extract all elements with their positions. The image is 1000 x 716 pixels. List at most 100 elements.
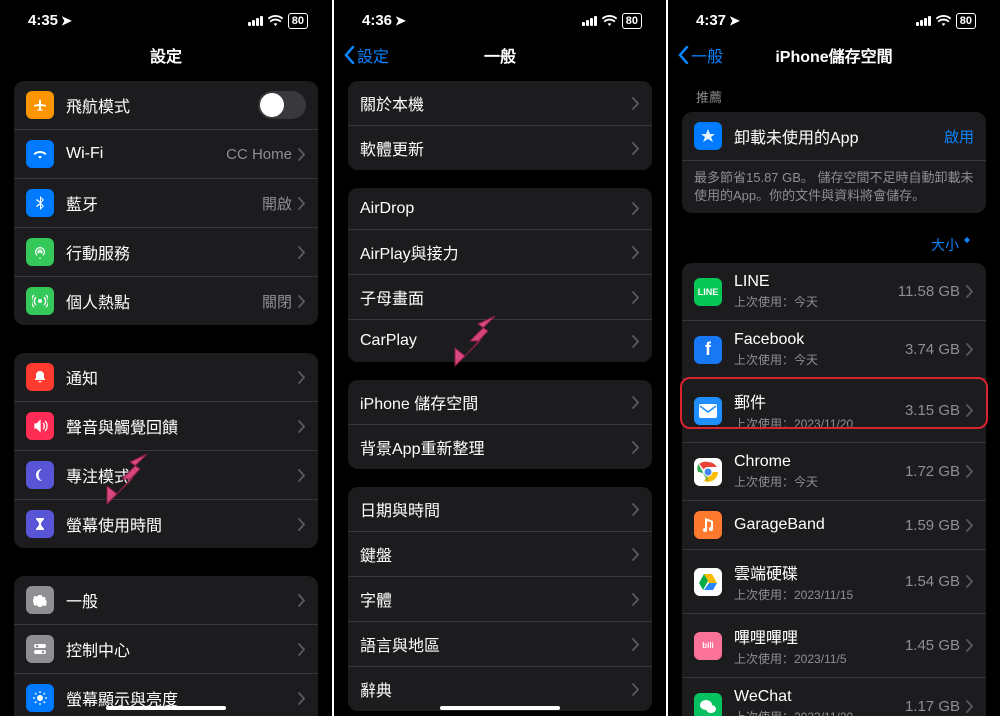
status-bar: 4:35 ➤ 80	[0, 0, 332, 33]
row-label: 子母畫面	[360, 285, 632, 309]
speaker-icon	[26, 412, 54, 440]
sort-chevron-icon	[962, 235, 972, 245]
row-label: 控制中心	[66, 637, 298, 661]
settings-row[interactable]: 聲音與觸覺回饋	[14, 402, 318, 451]
general-group-storage: iPhone 儲存空間背景App重新整理	[348, 380, 652, 469]
settings-row[interactable]: 子母畫面	[348, 275, 652, 320]
settings-row[interactable]: 鍵盤	[348, 532, 652, 577]
row-label: 螢幕使用時間	[66, 512, 298, 536]
settings-row[interactable]: 背景App重新整理	[348, 425, 652, 469]
app-size: 3.15 GB	[905, 402, 960, 419]
status-time: 4:36	[362, 12, 392, 29]
app-icon	[694, 568, 722, 596]
row-label: 關於本機	[360, 91, 632, 115]
row-label: AirPlay與接力	[360, 240, 632, 264]
app-row[interactable]: Chrome 上次使用：今天 1.72 GB	[682, 443, 986, 501]
app-name: 嗶哩嗶哩	[734, 624, 905, 648]
app-row[interactable]: 雲端硬碟上次使用：2023/11/15 1.54 GB	[682, 550, 986, 614]
app-name: Chrome	[734, 453, 905, 471]
app-row[interactable]: bili 嗶哩嗶哩上次使用：2023/11/5 1.45 GB	[682, 614, 986, 678]
app-last-used: 上次使用：2023/11/5	[734, 650, 905, 667]
app-size: 1.72 GB	[905, 463, 960, 480]
back-label: 一般	[691, 43, 723, 67]
signal-icon	[582, 16, 597, 26]
row-detail: 開啟	[262, 193, 292, 214]
row-label: 專注模式	[66, 463, 298, 487]
row-label: 一般	[66, 588, 298, 612]
sort-toggle[interactable]: 大小	[668, 231, 1000, 263]
app-row[interactable]: f Facebook上次使用：今天 3.74 GB	[682, 321, 986, 379]
settings-row[interactable]: 字體	[348, 577, 652, 622]
row-label: 辭典	[360, 677, 632, 701]
settings-row[interactable]: AirDrop	[348, 188, 652, 230]
settings-row[interactable]: 行動服務	[14, 228, 318, 277]
app-last-used: 上次使用：今天	[734, 473, 905, 490]
row-label: 個人熱點	[66, 289, 262, 313]
home-indicator	[106, 706, 226, 710]
settings-row[interactable]: CarPlay	[348, 320, 652, 362]
wifi-icon	[602, 15, 617, 26]
enable-button[interactable]: 啟用	[944, 126, 974, 147]
row-label: 語言與地區	[360, 632, 632, 656]
app-icon: f	[694, 336, 722, 364]
app-size: 1.45 GB	[905, 637, 960, 654]
settings-row[interactable]: 辭典	[348, 667, 652, 711]
app-name: 郵件	[734, 389, 905, 413]
location-icon: ➤	[395, 13, 406, 29]
recommend-row[interactable]: 卸載未使用的App 啟用	[682, 112, 986, 161]
settings-row[interactable]: 專注模式	[14, 451, 318, 500]
toggle-switch[interactable]	[258, 91, 306, 119]
app-name: GarageBand	[734, 516, 905, 534]
page-title: 設定	[150, 43, 182, 67]
app-icon	[694, 511, 722, 539]
row-label: 聲音與觸覺回饋	[66, 414, 298, 438]
settings-row[interactable]: 飛航模式	[14, 81, 318, 130]
app-row[interactable]: LINE LINE上次使用：今天 11.58 GB	[682, 263, 986, 321]
settings-row[interactable]: 日期與時間	[348, 487, 652, 532]
app-name: LINE	[734, 273, 898, 291]
row-detail: 關閉	[262, 291, 292, 312]
settings-row[interactable]: iPhone 儲存空間	[348, 380, 652, 425]
back-button[interactable]: 一般	[678, 43, 723, 67]
wifi-icon	[26, 140, 54, 168]
settings-row[interactable]: 通知	[14, 353, 318, 402]
settings-row[interactable]: 藍牙開啟	[14, 179, 318, 228]
settings-row[interactable]: 語言與地區	[348, 622, 652, 667]
battery-icon: 80	[622, 13, 642, 29]
settings-row[interactable]: 個人熱點關閉	[14, 277, 318, 325]
app-size: 1.59 GB	[905, 517, 960, 534]
app-icon: bili	[694, 632, 722, 660]
app-row[interactable]: GarageBand 1.59 GB	[682, 501, 986, 550]
row-label: 軟體更新	[360, 136, 632, 160]
app-size: 1.17 GB	[905, 698, 960, 715]
antenna-icon	[26, 238, 54, 266]
settings-row[interactable]: AirPlay與接力	[348, 230, 652, 275]
gear-icon	[26, 586, 54, 614]
settings-row[interactable]: 螢幕使用時間	[14, 500, 318, 548]
settings-row[interactable]: 軟體更新	[348, 126, 652, 170]
settings-row[interactable]: Wi-FiCC Home	[14, 130, 318, 179]
app-last-used: 上次使用：2023/11/20	[734, 415, 905, 432]
nav-header: 設定	[0, 33, 332, 81]
back-label: 設定	[357, 43, 389, 67]
settings-row[interactable]: 一般	[14, 576, 318, 625]
row-label: 藍牙	[66, 191, 262, 215]
row-label: CarPlay	[360, 332, 632, 350]
back-button[interactable]: 設定	[344, 43, 389, 67]
recommend-label: 卸載未使用的App	[734, 124, 944, 148]
app-size: 1.54 GB	[905, 573, 960, 590]
location-icon: ➤	[61, 13, 72, 29]
row-label: iPhone 儲存空間	[360, 390, 632, 414]
row-label: 日期與時間	[360, 497, 632, 521]
hotspot-icon	[26, 287, 54, 315]
nav-header: 一般 iPhone儲存空間	[668, 33, 1000, 81]
app-row[interactable]: 郵件上次使用：2023/11/20 3.15 GB	[682, 379, 986, 443]
row-label: 鍵盤	[360, 542, 632, 566]
row-detail: CC Home	[226, 146, 292, 163]
settings-row[interactable]: 控制中心	[14, 625, 318, 674]
app-row[interactable]: WeChat上次使用：2023/11/20 1.17 GB	[682, 678, 986, 716]
app-name: Facebook	[734, 331, 905, 349]
settings-row[interactable]: 關於本機	[348, 81, 652, 126]
row-label: 背景App重新整理	[360, 435, 632, 459]
nav-header: 設定 一般	[334, 33, 666, 81]
